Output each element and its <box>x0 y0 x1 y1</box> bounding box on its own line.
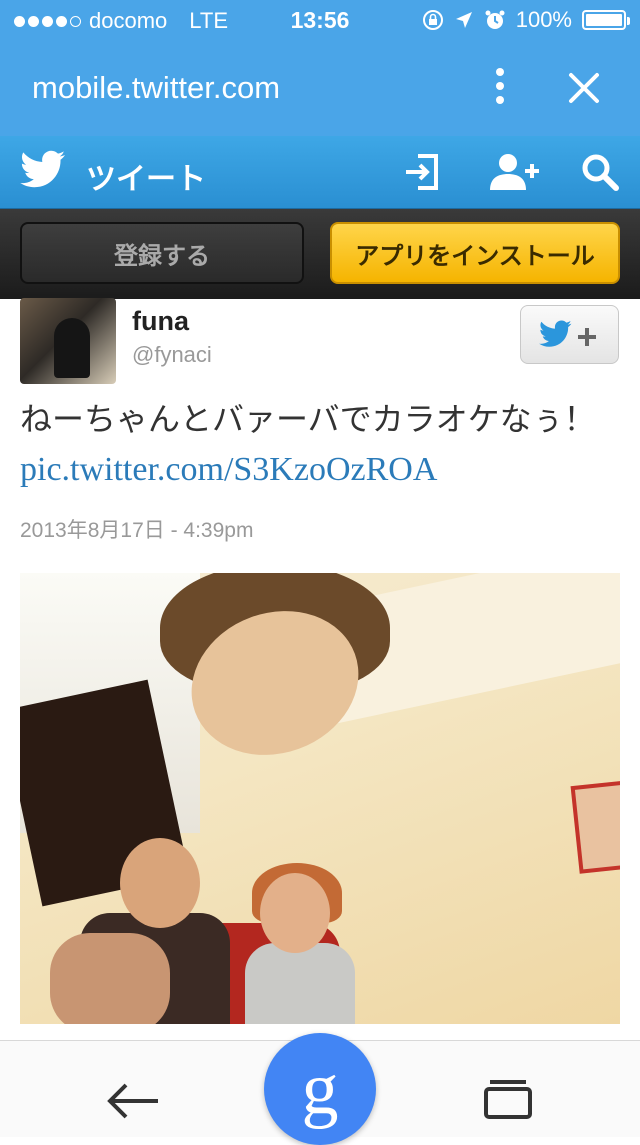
user-name[interactable]: funa <box>132 306 189 337</box>
bottom-toolbar: g <box>0 1033 640 1145</box>
battery-percent: 100% <box>515 7 572 32</box>
avatar[interactable] <box>20 298 116 384</box>
follow-button-icon <box>539 320 596 347</box>
search-icon[interactable] <box>580 152 620 192</box>
browser-url-bar: mobile.twitter.com <box>0 40 640 136</box>
tweet-photo[interactable] <box>20 573 620 1024</box>
twitter-bird-icon[interactable] <box>20 150 66 190</box>
google-search-button[interactable]: g <box>264 1033 376 1145</box>
tweet-text: ねーちゃんとバァーバでカラオケなぅ！ pic.twitter.com/S3Kzo… <box>20 394 620 495</box>
login-icon[interactable] <box>402 152 442 192</box>
follow-person-icon[interactable] <box>488 152 540 192</box>
tweet-timestamp[interactable]: 2013年8月17日 - 4:39pm <box>20 514 253 544</box>
url-text[interactable]: mobile.twitter.com <box>32 70 280 106</box>
alarm-icon <box>485 10 505 29</box>
register-button[interactable]: 登録する <box>20 222 304 284</box>
status-right: 100% <box>422 7 630 33</box>
page-title: ツイート <box>86 163 206 196</box>
more-vertical-icon[interactable] <box>490 64 510 112</box>
follow-button[interactable] <box>520 305 619 364</box>
status-bar: docomo LTE 13:56 100% <box>0 0 640 40</box>
tweet-body: ねーちゃんとバァーバでカラオケなぅ！ <box>20 401 596 437</box>
twitter-header: ツイート <box>0 136 640 209</box>
install-app-button[interactable]: アプリをインストール <box>330 222 620 284</box>
back-arrow-icon[interactable] <box>104 1081 160 1121</box>
tweet-link[interactable]: pic.twitter.com/S3KzoOzROA <box>20 451 437 488</box>
user-handle[interactable]: @fynaci <box>132 342 212 368</box>
location-arrow-icon <box>455 12 472 28</box>
cta-bar: 登録する アプリをインストール <box>0 209 640 299</box>
close-icon[interactable] <box>566 70 602 106</box>
tabs-icon[interactable] <box>482 1077 534 1121</box>
rotation-lock-icon <box>422 10 443 30</box>
battery-icon <box>582 10 630 30</box>
